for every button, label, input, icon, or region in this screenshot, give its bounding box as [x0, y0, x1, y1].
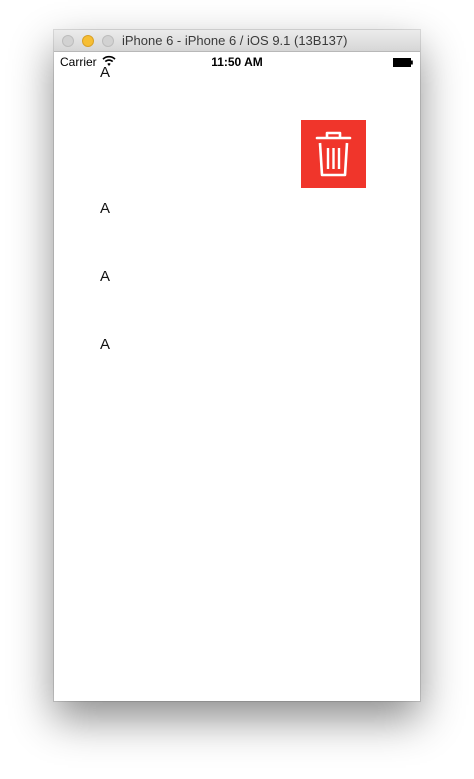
list-item-label: A	[100, 200, 111, 217]
list-item-label: A	[100, 336, 111, 353]
list-item-label: A	[100, 64, 111, 81]
window-titlebar[interactable]: iPhone 6 - iPhone 6 / iOS 9.1 (13B137)	[54, 30, 420, 52]
trash-icon	[315, 131, 352, 177]
battery-icon	[393, 58, 413, 67]
delete-button[interactable]	[301, 120, 366, 188]
window-title: iPhone 6 - iPhone 6 / iOS 9.1 (13B137)	[122, 33, 348, 48]
simulator-window: iPhone 6 - iPhone 6 / iOS 9.1 (13B137) C…	[54, 30, 420, 701]
list-item-label: A	[100, 268, 111, 285]
